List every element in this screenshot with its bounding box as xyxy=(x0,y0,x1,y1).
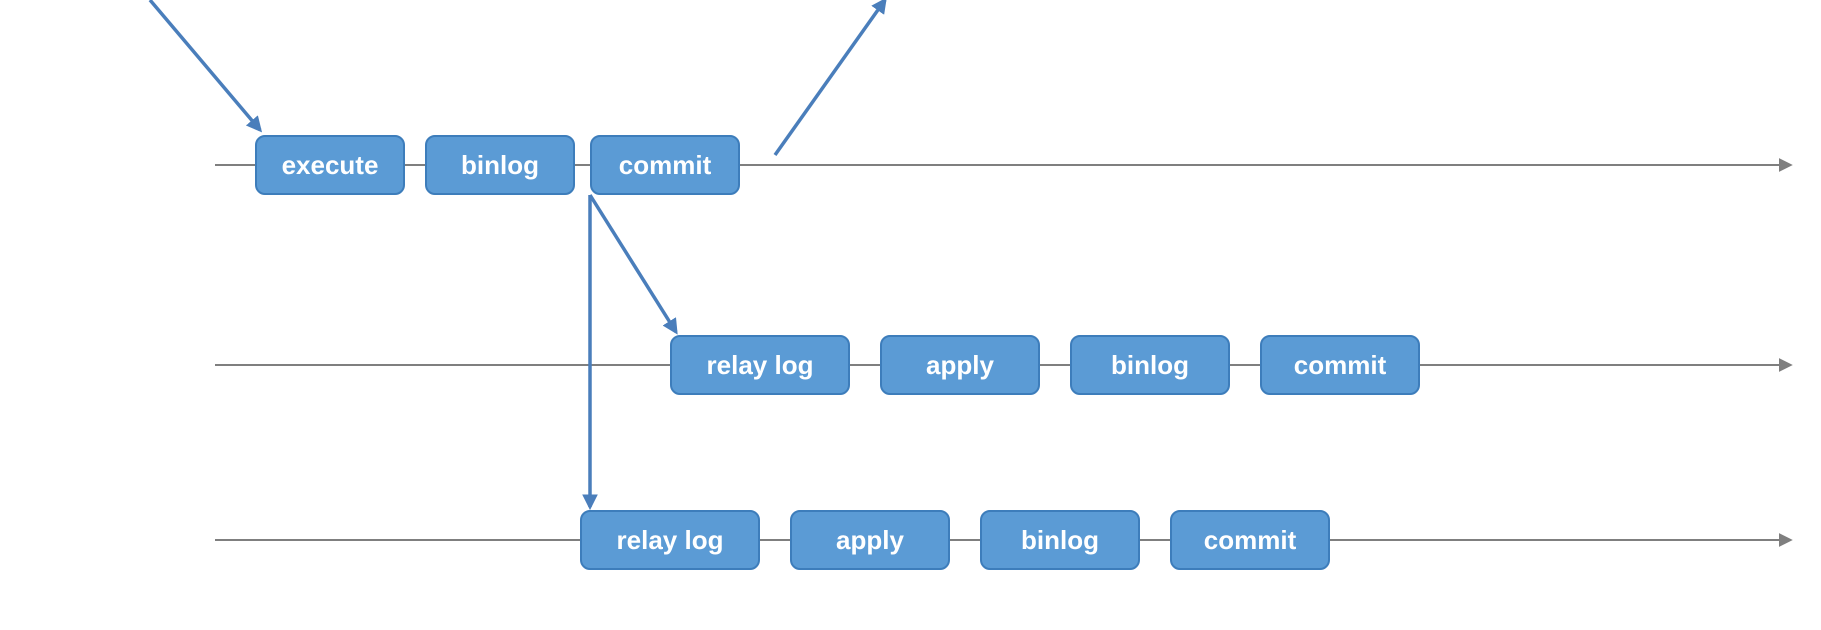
node-label: relay log xyxy=(707,350,814,381)
node-primary-commit: commit xyxy=(590,135,740,195)
arrow-return-response xyxy=(775,0,885,155)
node-label: apply xyxy=(836,525,904,556)
node-replica1-binlog: binlog xyxy=(1070,335,1230,395)
node-label: execute xyxy=(282,150,379,181)
node-label: commit xyxy=(1294,350,1386,381)
node-replica2-binlog: binlog xyxy=(980,510,1140,570)
node-label: binlog xyxy=(1021,525,1099,556)
node-label: commit xyxy=(619,150,711,181)
node-label: binlog xyxy=(1111,350,1189,381)
node-replica1-relay: relay log xyxy=(670,335,850,395)
arrow-incoming-request xyxy=(150,0,260,130)
node-replica1-commit: commit xyxy=(1260,335,1420,395)
node-label: relay log xyxy=(617,525,724,556)
node-label: commit xyxy=(1204,525,1296,556)
arrow-to-replica1 xyxy=(590,195,676,332)
node-replica2-relay: relay log xyxy=(580,510,760,570)
node-replica2-commit: commit xyxy=(1170,510,1330,570)
diagram-canvas: { "diagram": { "lanes": [ { "y": 165 }, … xyxy=(0,0,1821,630)
node-label: apply xyxy=(926,350,994,381)
node-label: binlog xyxy=(461,150,539,181)
node-replica2-apply: apply xyxy=(790,510,950,570)
node-primary-binlog: binlog xyxy=(425,135,575,195)
node-replica1-apply: apply xyxy=(880,335,1040,395)
node-primary-execute: execute xyxy=(255,135,405,195)
